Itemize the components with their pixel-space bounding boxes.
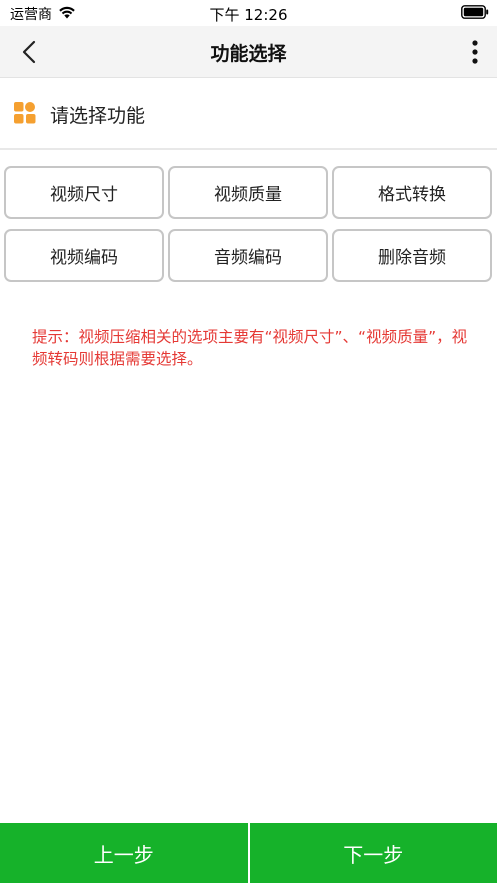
option-format-convert-button[interactable]: 格式转换	[332, 166, 492, 219]
section-header: 请选择功能	[0, 78, 497, 150]
nav-bar: 功能选择	[0, 26, 497, 78]
previous-step-button[interactable]: 上一步	[0, 823, 248, 883]
section-title: 请选择功能	[50, 105, 146, 127]
footer-nav: 上一步 下一步	[0, 823, 497, 883]
option-video-codec-button[interactable]: 视频编码	[4, 229, 164, 282]
hint-text: 提示：视频压缩相关的选项主要有“视频尺寸”、“视频质量”，视频转码则根据需要选择…	[32, 328, 468, 368]
option-video-quality-button[interactable]: 视频质量	[168, 166, 328, 219]
page-title: 功能选择	[210, 43, 287, 65]
status-time: 下午 12:26	[209, 6, 288, 24]
option-audio-codec-button[interactable]: 音频编码	[168, 229, 328, 282]
status-bar: 运营商 下午 12:26	[0, 0, 497, 26]
next-step-button[interactable]: 下一步	[249, 823, 497, 883]
grid-icon	[14, 102, 36, 124]
option-remove-audio-button[interactable]: 删除音频	[332, 229, 492, 282]
option-video-size-button[interactable]: 视频尺寸	[4, 166, 164, 219]
more-vertical-icon[interactable]	[471, 39, 479, 65]
battery-icon	[461, 5, 489, 19]
